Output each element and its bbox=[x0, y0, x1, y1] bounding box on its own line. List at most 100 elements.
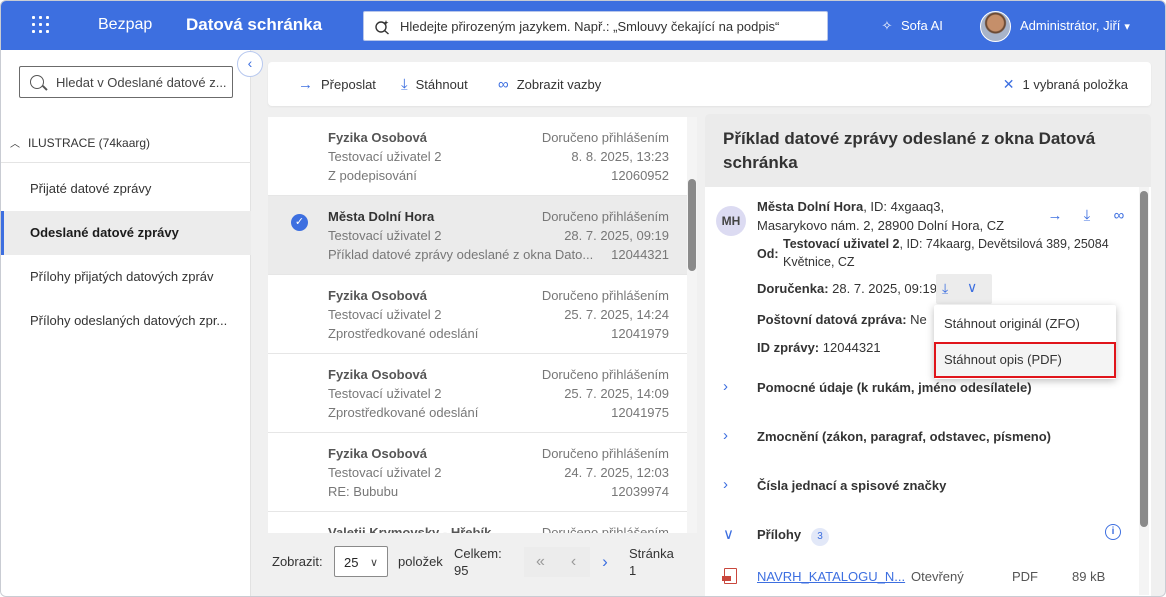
receipt-label: Doručenka: bbox=[757, 281, 829, 296]
forward-icon[interactable]: → bbox=[1043, 207, 1067, 224]
message-date: 25. 7. 2025, 14:24 bbox=[564, 307, 669, 322]
message-list: Fyzika Osobová Doručeno přihlášením Test… bbox=[268, 117, 697, 533]
chevron-up-icon: ︿ bbox=[10, 139, 20, 150]
ai-search-icon bbox=[375, 20, 389, 35]
checkmark-icon[interactable]: ✓ bbox=[291, 214, 308, 231]
list-item[interactable]: Fyzika Osobová Doručeno přihlášením Test… bbox=[268, 117, 688, 196]
pdf-file-icon bbox=[722, 568, 737, 584]
message-sender: Fyzika Osobová bbox=[328, 130, 427, 145]
module-title: Datová schránka bbox=[186, 15, 323, 34]
message-sender: Fyzika Osobová bbox=[328, 446, 427, 461]
message-sender: Valetii Krymovsky - Hřebík bbox=[328, 525, 492, 533]
scrollbar-thumb[interactable] bbox=[688, 179, 696, 271]
scrollbar-thumb[interactable] bbox=[1140, 191, 1148, 527]
list-item[interactable]: Fyzika Osobová Doručeno přihlášením Test… bbox=[268, 354, 688, 433]
selection-count: 1 vybraná položka bbox=[1022, 77, 1128, 92]
sidebar-item-received[interactable]: Přijaté datové zprávy bbox=[1, 167, 251, 211]
attachment-row[interactable]: NAVRH_KATALOGU_N... Otevřený PDF 89 kB bbox=[705, 566, 1135, 590]
section-authorization[interactable]: › Zmocnění (zákon, paragraf, odstavec, p… bbox=[705, 417, 1135, 457]
section-reference-numbers[interactable]: › Čísla jednací a spisové značky bbox=[705, 466, 1135, 506]
forward-button[interactable]: → Přeposlat bbox=[298, 76, 376, 93]
user-menu[interactable]: Administrátor, Jiří ▾ bbox=[1020, 18, 1130, 33]
app-launcher-icon[interactable] bbox=[32, 16, 50, 34]
attachment-format: PDF bbox=[1012, 569, 1038, 584]
download-original-zfo-item[interactable]: Stáhnout originál (ZFO) bbox=[934, 306, 1116, 342]
recipient-name: Města Dolní Hora bbox=[757, 199, 864, 214]
previous-page-button[interactable]: ‹ bbox=[557, 547, 590, 577]
attachments-count-badge: 3 bbox=[811, 528, 830, 546]
page-size-label: Zobrazit: bbox=[272, 554, 323, 569]
sofa-ai-button[interactable]: ✧ Sofa AI bbox=[879, 18, 943, 34]
detail-header: Příklad datové zprávy odeslané z okna Da… bbox=[705, 114, 1151, 187]
section-title: Pomocné údaje (k rukám, jméno odesílatel… bbox=[757, 380, 1032, 395]
app-window: Bezpap Datová schránka Hledejte přirozen… bbox=[0, 0, 1166, 597]
page-value: 1 bbox=[629, 563, 637, 578]
from-name: Testovací uživatel 2 bbox=[783, 237, 900, 251]
message-id-info: ID zprávy: 12044321 bbox=[757, 340, 881, 355]
sparkle-icon: ✧ bbox=[881, 18, 893, 33]
sidebar-item-sent[interactable]: Odeslané datové zprávy bbox=[1, 211, 251, 255]
message-subject: Z podepisování bbox=[328, 168, 417, 183]
list-item[interactable]: Fyzika Osobová Doručeno přihlášením Test… bbox=[268, 433, 688, 512]
sidebar-section-toggle[interactable]: ︿ ILUSTRACE (74kaarg) bbox=[10, 135, 150, 150]
first-page-button[interactable]: « bbox=[524, 547, 557, 577]
sidebar-search-input[interactable]: Hledat v Odeslané datové z... bbox=[19, 66, 233, 98]
page-size-value: 25 bbox=[344, 555, 359, 570]
section-attachments[interactable]: ∨ Přílohy 3 bbox=[705, 515, 1135, 555]
avatar: MH bbox=[716, 206, 746, 236]
message-recipient: Testovací uživatel 2 bbox=[328, 228, 442, 243]
chevron-right-icon: › bbox=[723, 476, 728, 493]
chevron-down-icon[interactable]: ∨ bbox=[967, 279, 977, 296]
pagination: Zobrazit: 25 ∨ položek Celkem: 95 « ‹ › S… bbox=[268, 539, 697, 589]
message-recipient: Testovací uživatel 2 bbox=[328, 149, 442, 164]
link-icon[interactable]: ∞ bbox=[1107, 207, 1131, 224]
collapse-sidebar-button[interactable]: ‹ bbox=[237, 51, 263, 77]
chevron-down-icon: ∨ bbox=[723, 526, 734, 543]
link-icon: ∞ bbox=[498, 76, 509, 93]
sidebar-item-received-attachments[interactable]: Přílohy přijatých datových zpráv bbox=[1, 255, 251, 299]
divider bbox=[1, 162, 251, 163]
list-item-selected[interactable]: ✓ Města Dolní Hora Doručeno přihlášením … bbox=[268, 196, 688, 275]
global-search-input[interactable]: Hledejte přirozeným jazykem. Např.: „Sml… bbox=[363, 11, 828, 41]
brand-link[interactable]: Bezpap bbox=[98, 16, 152, 34]
sidebar-item-sent-attachments[interactable]: Přílohy odeslaných datových zpr... bbox=[1, 299, 251, 343]
chevron-down-icon: ∨ bbox=[369, 557, 378, 569]
section-title: Čísla jednací a spisové značky bbox=[757, 478, 947, 493]
info-icon[interactable]: i bbox=[1105, 524, 1121, 540]
toolbar: → Přeposlat ⤓ Stáhnout ∞ Zobrazit vazby ✕ 1 … bbox=[268, 62, 1151, 106]
page-size-select[interactable]: 25 ∨ bbox=[334, 546, 388, 577]
download-copy-pdf-item[interactable]: Stáhnout opis (PDF) bbox=[934, 342, 1116, 378]
message-subject: Zprostředkované odeslání bbox=[328, 405, 479, 420]
detail-scrollbar[interactable] bbox=[1139, 187, 1149, 595]
download-dropdown-menu: Stáhnout originál (ZFO) Stáhnout opis (P… bbox=[934, 305, 1116, 379]
message-status: Doručeno přihlášením bbox=[541, 288, 669, 303]
message-recipient: Testovací uživatel 2 bbox=[328, 386, 442, 401]
sidebar-section-title: ILUSTRACE (74kaarg) bbox=[28, 136, 151, 150]
clear-selection-button[interactable]: ✕ 1 vybraná položka bbox=[1003, 76, 1128, 93]
list-item[interactable]: Valetii Krymovsky - Hřebík Doručeno přih… bbox=[268, 512, 688, 533]
message-date: 8. 8. 2025, 13:23 bbox=[571, 149, 669, 164]
user-avatar[interactable] bbox=[980, 11, 1011, 42]
chevron-right-icon: › bbox=[723, 378, 728, 395]
show-relations-button[interactable]: ∞ Zobrazit vazby bbox=[498, 76, 601, 93]
section-title: Zmocnění (zákon, paragraf, odstavec, pís… bbox=[757, 429, 1052, 444]
sofa-ai-label: Sofa AI bbox=[901, 18, 943, 33]
message-sender: Fyzika Osobová bbox=[328, 367, 427, 382]
list-scrollbar[interactable] bbox=[687, 117, 697, 533]
attachment-state: Otevřený bbox=[911, 569, 964, 584]
download-button[interactable]: ⤓ Stáhnout bbox=[401, 76, 468, 93]
attachment-name-link[interactable]: NAVRH_KATALOGU_N... bbox=[757, 569, 905, 584]
message-status: Doručeno přihlášením bbox=[541, 367, 669, 382]
download-icon[interactable]: ⤓ bbox=[942, 280, 948, 297]
message-recipient: Testovací uživatel 2 bbox=[328, 465, 442, 480]
page-label: Stránka bbox=[629, 546, 674, 561]
arrow-right-icon: → bbox=[298, 76, 313, 93]
next-page-button[interactable]: › bbox=[595, 547, 615, 577]
download-icon[interactable]: ⤓ bbox=[1075, 207, 1099, 224]
list-item[interactable]: Fyzika Osobová Doručeno přihlášením Test… bbox=[268, 275, 688, 354]
message-number: 12039974 bbox=[611, 484, 669, 499]
download-label: Stáhnout bbox=[415, 77, 468, 92]
message-date: 28. 7. 2025, 09:19 bbox=[564, 228, 669, 243]
postal-value: Ne bbox=[910, 312, 927, 327]
total-count: Celkem: 95 bbox=[454, 545, 502, 579]
